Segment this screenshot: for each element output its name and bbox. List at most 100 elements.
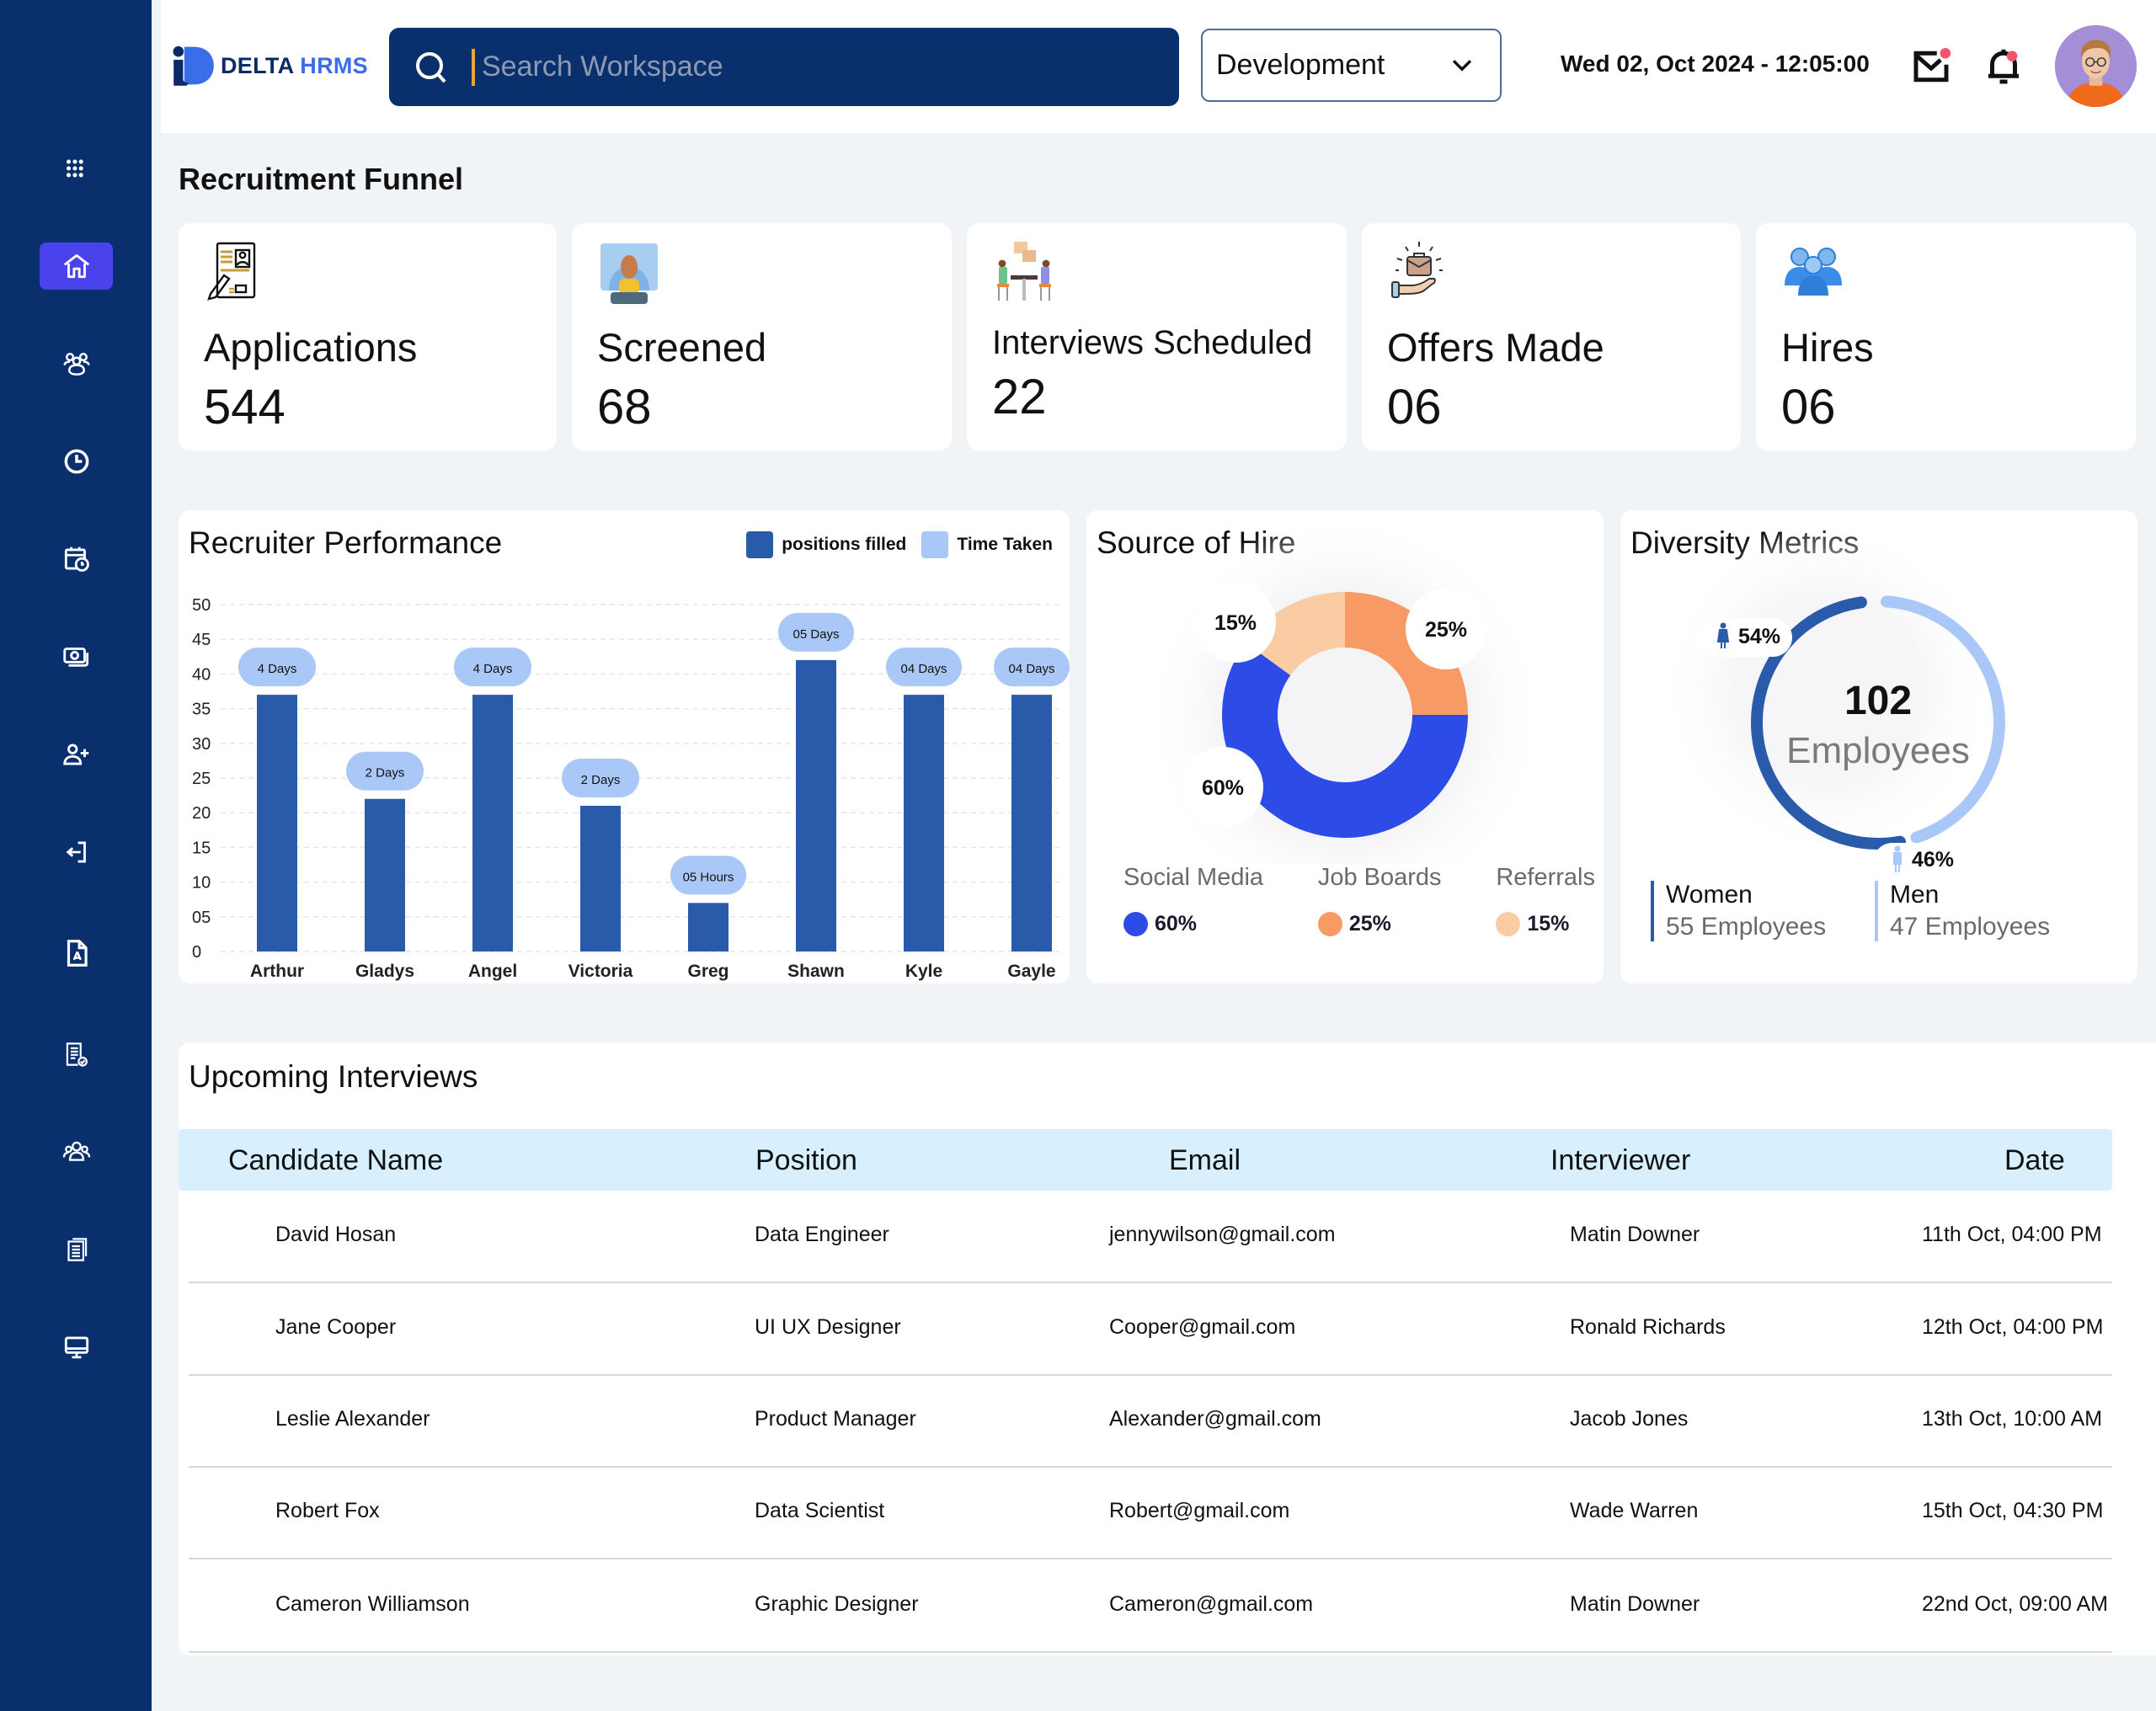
- legend-referrals: Referrals 15%: [1496, 864, 1595, 936]
- search-icon: [416, 51, 446, 83]
- slice-label: 15%: [1214, 611, 1257, 635]
- sidebar-item-documents-pdf[interactable]: [40, 930, 113, 977]
- recruitment-funnel-title: Recruitment Funnel: [179, 162, 464, 196]
- funnel-card-label: Applications: [204, 325, 418, 370]
- table-row[interactable]: Jane Cooper UI UX Designer Cooper@gmail.co…: [189, 1283, 2112, 1376]
- funnel-card-label: Hires: [1781, 325, 1874, 370]
- women-count: 55 Employees: [1666, 913, 1827, 941]
- funnel-card-value: 68: [597, 380, 652, 434]
- women-legend: Women 55 Employees: [1651, 881, 1826, 941]
- x-tick-label: Greg: [687, 962, 728, 981]
- search-input[interactable]: [482, 51, 1071, 83]
- hires-group-icon: [1785, 248, 1842, 296]
- department-dropdown[interactable]: Development: [1201, 29, 1502, 102]
- funnel-card-interviews[interactable]: Interviews Scheduled 22: [967, 223, 1347, 450]
- men-percent-label: 46%: [1912, 848, 1954, 871]
- messages-button[interactable]: [1908, 44, 1954, 89]
- legend-value: 60%: [1155, 912, 1198, 935]
- men-count: 47 Employees: [1890, 913, 2051, 941]
- total-employees-label: Employees: [1786, 730, 1970, 771]
- men-label: Men: [1890, 881, 1940, 909]
- slice-label: 25%: [1425, 618, 1467, 642]
- sidebar-item-schedule[interactable]: [40, 536, 113, 583]
- cell-position: Data Engineer: [755, 1223, 889, 1246]
- women-label: Women: [1666, 881, 1753, 909]
- sidebar-item-apps[interactable]: [40, 145, 113, 192]
- funnel-card-hires[interactable]: Hires 06: [1756, 223, 2136, 450]
- time-taken-label: 4 Days: [258, 662, 297, 676]
- funnel-card-label: Offers Made: [1387, 325, 1604, 370]
- y-tick-label: 05: [192, 909, 211, 927]
- notifications-button[interactable]: [1981, 44, 2026, 89]
- sidebar-item-add-employee[interactable]: [40, 731, 113, 778]
- x-tick-label: Shawn: [787, 962, 845, 981]
- recruiter-performance-card: Recruiter Performance positions filled T…: [179, 510, 1070, 983]
- chevron-down-icon: [1452, 59, 1472, 72]
- sidebar-item-groups[interactable]: [40, 1128, 113, 1175]
- x-tick-label: Victoria: [568, 962, 633, 981]
- y-tick-label: 45: [192, 631, 211, 649]
- legend-name: Job Boards: [1317, 864, 1442, 891]
- sidebar-item-team[interactable]: [40, 340, 113, 387]
- funnel-card-applications[interactable]: Applications 544: [179, 223, 557, 450]
- sidebar-item-reports[interactable]: [40, 1226, 113, 1273]
- delta-logo-icon: [173, 45, 214, 86]
- legend-name: Social Media: [1123, 864, 1264, 891]
- interviews-table-header: Candidate Name Position Email Interviewe…: [179, 1129, 2112, 1191]
- sidebar-item-assessments[interactable]: [40, 1031, 113, 1078]
- search-bar[interactable]: [389, 28, 1179, 106]
- cell-date: 15th Oct, 04:30 PM: [1922, 1499, 2104, 1522]
- upcoming-interviews-title: Upcoming Interviews: [189, 1059, 478, 1094]
- legend-social-media: Social Media 60%: [1123, 864, 1263, 936]
- table-row[interactable]: Cameron Williamson Graphic Designer Camero…: [189, 1560, 2112, 1653]
- cell-email[interactable]: Robert@gmail.com: [1109, 1499, 1289, 1523]
- time-taken-label: 4 Days: [473, 662, 513, 676]
- slice-label: 60%: [1202, 776, 1244, 800]
- column-header-position[interactable]: Position: [755, 1144, 857, 1177]
- documents-icon: [67, 1238, 87, 1261]
- sidebar-item-exit[interactable]: [40, 829, 113, 876]
- bar-angel: [472, 695, 513, 951]
- table-row[interactable]: Robert Fox Data Scientist Robert@gmail.com…: [189, 1467, 2112, 1559]
- clock-icon: [64, 449, 88, 474]
- sidebar-item-attendance[interactable]: [40, 438, 113, 485]
- y-tick-label: 10: [192, 874, 211, 893]
- cell-position: Data Scientist: [755, 1499, 885, 1522]
- cell-interviewer: Wade Warren: [1570, 1499, 1699, 1522]
- legend-name: Referrals: [1496, 864, 1595, 891]
- apps-grid-icon: [66, 159, 83, 178]
- table-row[interactable]: Leslie Alexander Product Manager Alexander…: [189, 1375, 2112, 1468]
- funnel-card-offers[interactable]: Offers Made 06: [1362, 223, 1741, 450]
- payroll-money-icon: [62, 648, 88, 667]
- x-tick-label: Gayle: [1007, 962, 1055, 981]
- screened-candidate-icon: [600, 243, 658, 304]
- funnel-card-screened[interactable]: Screened 68: [572, 223, 952, 450]
- interview-meeting-icon: [997, 242, 1051, 301]
- x-tick-label: Angel: [468, 962, 517, 981]
- brand-name-secondary: HRMS: [300, 52, 368, 78]
- sidebar-item-payroll[interactable]: [40, 633, 113, 680]
- cell-email[interactable]: jennywilson@gmail.com: [1109, 1223, 1336, 1247]
- y-tick-label: 50: [192, 596, 211, 615]
- application-form-icon: [207, 242, 256, 301]
- y-tick-label: 0: [192, 943, 201, 962]
- source-of-hire-card: Source of Hire 60% 25% 15% Social Media 60…: [1086, 510, 1604, 983]
- brand-logo[interactable]: DELTA HRMS: [170, 42, 368, 89]
- column-header-date[interactable]: Date: [2004, 1144, 2065, 1177]
- text-cursor: [472, 48, 475, 86]
- column-header-email[interactable]: Email: [1169, 1144, 1241, 1177]
- sidebar-item-devices[interactable]: [40, 1324, 113, 1371]
- x-tick-label: Kyle: [905, 962, 942, 981]
- cell-email[interactable]: Cameron@gmail.com: [1109, 1592, 1313, 1617]
- table-row[interactable]: David Hosan Data Engineer jennywilson@gmai…: [189, 1191, 2112, 1283]
- column-header-interviewer[interactable]: Interviewer: [1550, 1144, 1690, 1177]
- sidebar-item-home[interactable]: [40, 243, 113, 290]
- column-header-candidate[interactable]: Candidate Name: [228, 1144, 443, 1177]
- recruiter-bar-chart: 0 05 10 15 20 25 30 35 40 45 50 4 Days Arthur 2 Days G…: [192, 596, 1070, 981]
- legend-value: 15%: [1527, 912, 1570, 935]
- team-icon: [62, 353, 90, 376]
- cell-email[interactable]: Alexander@gmail.com: [1109, 1407, 1321, 1431]
- cell-email[interactable]: Cooper@gmail.com: [1109, 1315, 1295, 1340]
- user-avatar[interactable]: [2055, 25, 2137, 107]
- men-legend: Men 47 Employees: [1875, 881, 2050, 941]
